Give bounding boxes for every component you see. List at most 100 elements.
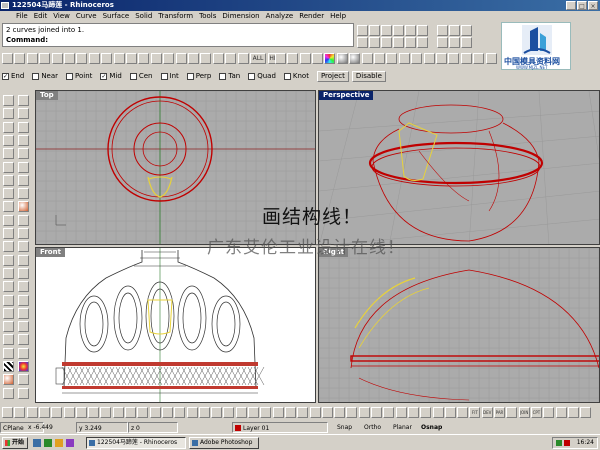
color-wheel-icon[interactable]: [324, 53, 336, 64]
ghost-icon[interactable]: [405, 37, 416, 48]
rectangle-icon[interactable]: [18, 134, 29, 146]
status-layer[interactable]: Layer 01: [232, 422, 328, 433]
status-ortho-pane[interactable]: Ortho: [361, 422, 384, 433]
bottom-tool-21-icon[interactable]: [260, 407, 272, 418]
boolean-icon[interactable]: [3, 228, 14, 239]
bottom-tool-join-button[interactable]: JOIN: [518, 407, 530, 418]
bottom-tool-22-icon[interactable]: [272, 407, 284, 418]
osnap-end-checkbox[interactable]: ✓: [2, 72, 9, 80]
import-icon[interactable]: [51, 53, 63, 64]
grid-icon[interactable]: [357, 25, 368, 36]
bottom-tool-14-icon[interactable]: [174, 407, 186, 418]
layer-icon[interactable]: [3, 387, 14, 399]
pan-icon[interactable]: [126, 53, 137, 64]
status-planar-pane[interactable]: Planar: [390, 422, 415, 433]
menu-render[interactable]: Render: [299, 12, 324, 20]
menu-dimension[interactable]: Dimension: [222, 12, 259, 20]
bottom-tool-25-icon[interactable]: [309, 407, 321, 418]
cut-icon[interactable]: [393, 25, 404, 36]
media-icon[interactable]: [66, 439, 74, 447]
bottom-tool-27-icon[interactable]: [334, 407, 346, 418]
ellipse-icon[interactable]: [3, 134, 14, 146]
menu-view[interactable]: View: [53, 12, 70, 20]
menu-tools[interactable]: Tools: [199, 12, 216, 20]
rhino-icon-b[interactable]: [449, 25, 460, 36]
polygon-icon[interactable]: [3, 148, 14, 160]
freeform-icon[interactable]: [18, 148, 29, 160]
solid-icon[interactable]: [485, 53, 497, 64]
viewport-layout-icon[interactable]: [212, 53, 224, 64]
surface-icon[interactable]: [473, 53, 485, 64]
menu-transform[interactable]: Transform: [158, 12, 193, 20]
check-icon[interactable]: [411, 53, 423, 64]
sweep-icon[interactable]: [18, 188, 29, 200]
bottom-tool-18-icon[interactable]: [223, 407, 235, 418]
zoom-extents-icon[interactable]: [175, 53, 187, 64]
save-icon[interactable]: [26, 53, 38, 64]
analyze-icon[interactable]: [3, 347, 14, 359]
menu-edit[interactable]: Edit: [34, 12, 48, 20]
osnap-cen[interactable]: Cen: [129, 70, 153, 83]
osnap-disable-button[interactable]: Disable: [351, 71, 386, 82]
bottom-tool-23-icon[interactable]: [284, 407, 296, 418]
text-icon[interactable]: [3, 321, 14, 333]
rhino-icon-d[interactable]: [437, 37, 448, 48]
hide-icon[interactable]: [274, 53, 286, 64]
osnap-point[interactable]: Point: [66, 70, 92, 83]
print-icon[interactable]: [39, 53, 51, 64]
bottom-tool-fit-button[interactable]: FIT: [469, 407, 481, 418]
text-icon[interactable]: [423, 53, 435, 64]
array-icon[interactable]: [18, 307, 29, 319]
box-icon[interactable]: [3, 201, 14, 213]
maximize-window-icon[interactable]: □: [577, 1, 587, 10]
osnap-cen-checkbox[interactable]: [129, 72, 137, 80]
command-area[interactable]: 2 curves joined into 1. Command:: [2, 23, 354, 47]
bottom-tool-11-icon[interactable]: [137, 407, 149, 418]
help-icon[interactable]: [369, 37, 380, 48]
task-photoshop[interactable]: Adobe Photoshop: [189, 437, 259, 449]
bottom-tool-34-icon[interactable]: [420, 407, 432, 418]
camera-icon[interactable]: [386, 53, 398, 64]
bottom-tool-31-icon[interactable]: [383, 407, 395, 418]
view-icon[interactable]: [417, 37, 428, 48]
cone-icon[interactable]: [18, 214, 29, 226]
viewport-front[interactable]: Front: [35, 247, 316, 403]
properties-icon[interactable]: [381, 25, 392, 36]
status-osnap-pane[interactable]: Osnap: [418, 422, 445, 433]
zoom-window-icon[interactable]: [163, 53, 175, 64]
zoom-icon[interactable]: [150, 53, 162, 64]
viewport-perspective-title[interactable]: Perspective: [319, 91, 374, 100]
fillet-edge-icon[interactable]: [18, 228, 29, 239]
layer-icon[interactable]: [312, 53, 323, 64]
bottom-tool-par-button[interactable]: PAR: [494, 407, 505, 418]
tray-network-icon[interactable]: [556, 440, 562, 446]
book-icon[interactable]: [357, 37, 368, 48]
osnap-knot-checkbox[interactable]: [283, 72, 291, 80]
bottom-tool-1-icon[interactable]: [14, 407, 26, 418]
task-rhinoceros[interactable]: 122504马蹄莲 - Rhinoceros: [86, 437, 186, 449]
rotate-view-icon[interactable]: [138, 53, 150, 64]
bottom-tool-32-icon[interactable]: [395, 407, 407, 418]
zoom-selected-icon[interactable]: [188, 53, 199, 64]
mesh-icon[interactable]: [3, 241, 14, 253]
bottom-tool-3-icon[interactable]: [38, 407, 50, 418]
undo-icon[interactable]: [101, 53, 113, 64]
curve-icon[interactable]: [18, 108, 29, 120]
undo-view-icon[interactable]: [200, 53, 212, 64]
group-icon[interactable]: [299, 53, 311, 64]
select-arrow-icon[interactable]: [3, 95, 14, 106]
bottom-tool-19-icon[interactable]: [235, 407, 247, 418]
redo-icon[interactable]: [113, 53, 125, 64]
lock-icon[interactable]: [287, 53, 299, 64]
menu-curve[interactable]: Curve: [76, 12, 97, 20]
cylinder-icon[interactable]: [3, 214, 14, 226]
cut-icon[interactable]: [64, 53, 75, 64]
bottom-tool-35-icon[interactable]: [432, 407, 444, 418]
bottom-tool-9-icon[interactable]: [112, 407, 124, 418]
fillet-curve-icon[interactable]: [3, 161, 14, 173]
zebra-icon[interactable]: [3, 361, 14, 372]
bottom-tool-0-icon[interactable]: [2, 407, 13, 418]
osnap-quad[interactable]: Quad: [248, 70, 276, 83]
bottom-tool-cpt-button[interactable]: CPT: [530, 407, 542, 418]
osnap-perp-checkbox[interactable]: [186, 72, 194, 80]
